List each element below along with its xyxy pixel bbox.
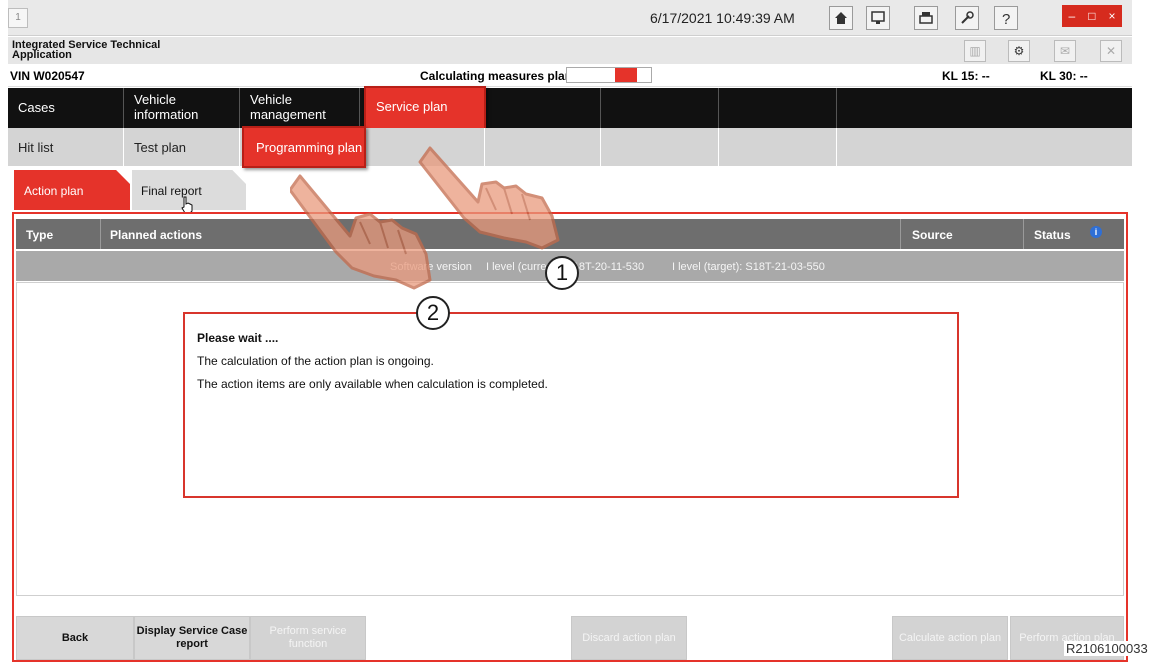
calc-status-label: Calculating measures plan [420,69,573,83]
app-title: Integrated Service Technical Application [12,39,161,61]
pointing-hand-illustrations [290,146,560,290]
document-icon[interactable]: ▥ [964,40,986,62]
wait-line-1: The calculation of the action plan is on… [197,354,434,368]
calc-progress-bar [566,67,652,83]
nav-empty-cell [601,88,719,128]
nav-vehicle-information[interactable]: Vehicle information [124,88,240,128]
column-divider [1023,219,1024,249]
mail-icon[interactable]: ✉ [1054,40,1076,62]
svg-text:?: ? [1002,11,1010,26]
kl30-status: KL 30: -- [1040,69,1088,83]
close-window-icon[interactable]: × [1108,9,1115,23]
maximize-icon[interactable]: □ [1088,9,1095,23]
column-status: Status [1034,228,1071,242]
nav-test-plan[interactable]: Test plan [124,128,240,166]
nav-empty-cell [719,128,837,166]
ilevel-target: I level (target): S18T-21-03-550 [672,261,825,273]
display-report-button[interactable]: Display Service Case report [134,616,250,660]
wait-message-box [183,312,959,498]
connection-icon[interactable] [866,6,890,30]
gear-icon[interactable]: ⚙ [1008,40,1030,62]
wait-line-2: The action items are only available when… [197,377,548,391]
nav-empty-cell [485,88,601,128]
discard-plan-button[interactable]: Discard action plan [571,616,687,660]
calc-progress-indicator [615,68,637,82]
pointing-hand-icon [418,146,560,250]
wait-title: Please wait .... [197,331,279,345]
nav-cases[interactable]: Cases [8,88,124,128]
nav-empty-cell [601,128,719,166]
home-icon[interactable] [829,6,853,30]
help-icon[interactable]: ? [994,6,1018,30]
column-divider [100,219,101,249]
perform-function-button[interactable]: Perform service function [250,616,366,660]
kl15-status: KL 15: -- [942,69,990,83]
nav-vehicle-management[interactable]: Vehicle management [240,88,360,128]
column-type: Type [26,228,54,242]
datetime: 6/17/2021 10:49:39 AM [650,10,795,26]
info-icon[interactable]: i [1090,226,1102,238]
column-planned-actions: Planned actions [110,228,203,242]
callout-marker-1: 1 [545,256,579,290]
vin-label: VIN W020547 [10,69,85,83]
minimize-icon[interactable]: – [1069,9,1076,23]
column-source: Source [912,228,953,242]
pointing-hand-icon [290,174,432,290]
tab-action-plan[interactable]: Action plan [14,170,130,210]
wrench-icon[interactable] [955,6,979,30]
window-controls[interactable]: – □ × [1062,5,1122,27]
back-button[interactable]: Back [16,616,134,660]
printer-icon[interactable] [914,6,938,30]
close-icon[interactable]: ✕ [1100,40,1122,62]
nav-empty-cell [719,88,837,128]
calculate-plan-button[interactable]: Calculate action plan [892,616,1008,660]
callout-marker-2: 2 [416,296,450,330]
nav-hit-list[interactable]: Hit list [8,128,124,166]
column-divider [900,219,901,249]
figure-reference: R2106100033 [1064,641,1150,656]
nav-service-plan[interactable]: Service plan [364,86,486,130]
window-number: 1 [8,8,28,28]
